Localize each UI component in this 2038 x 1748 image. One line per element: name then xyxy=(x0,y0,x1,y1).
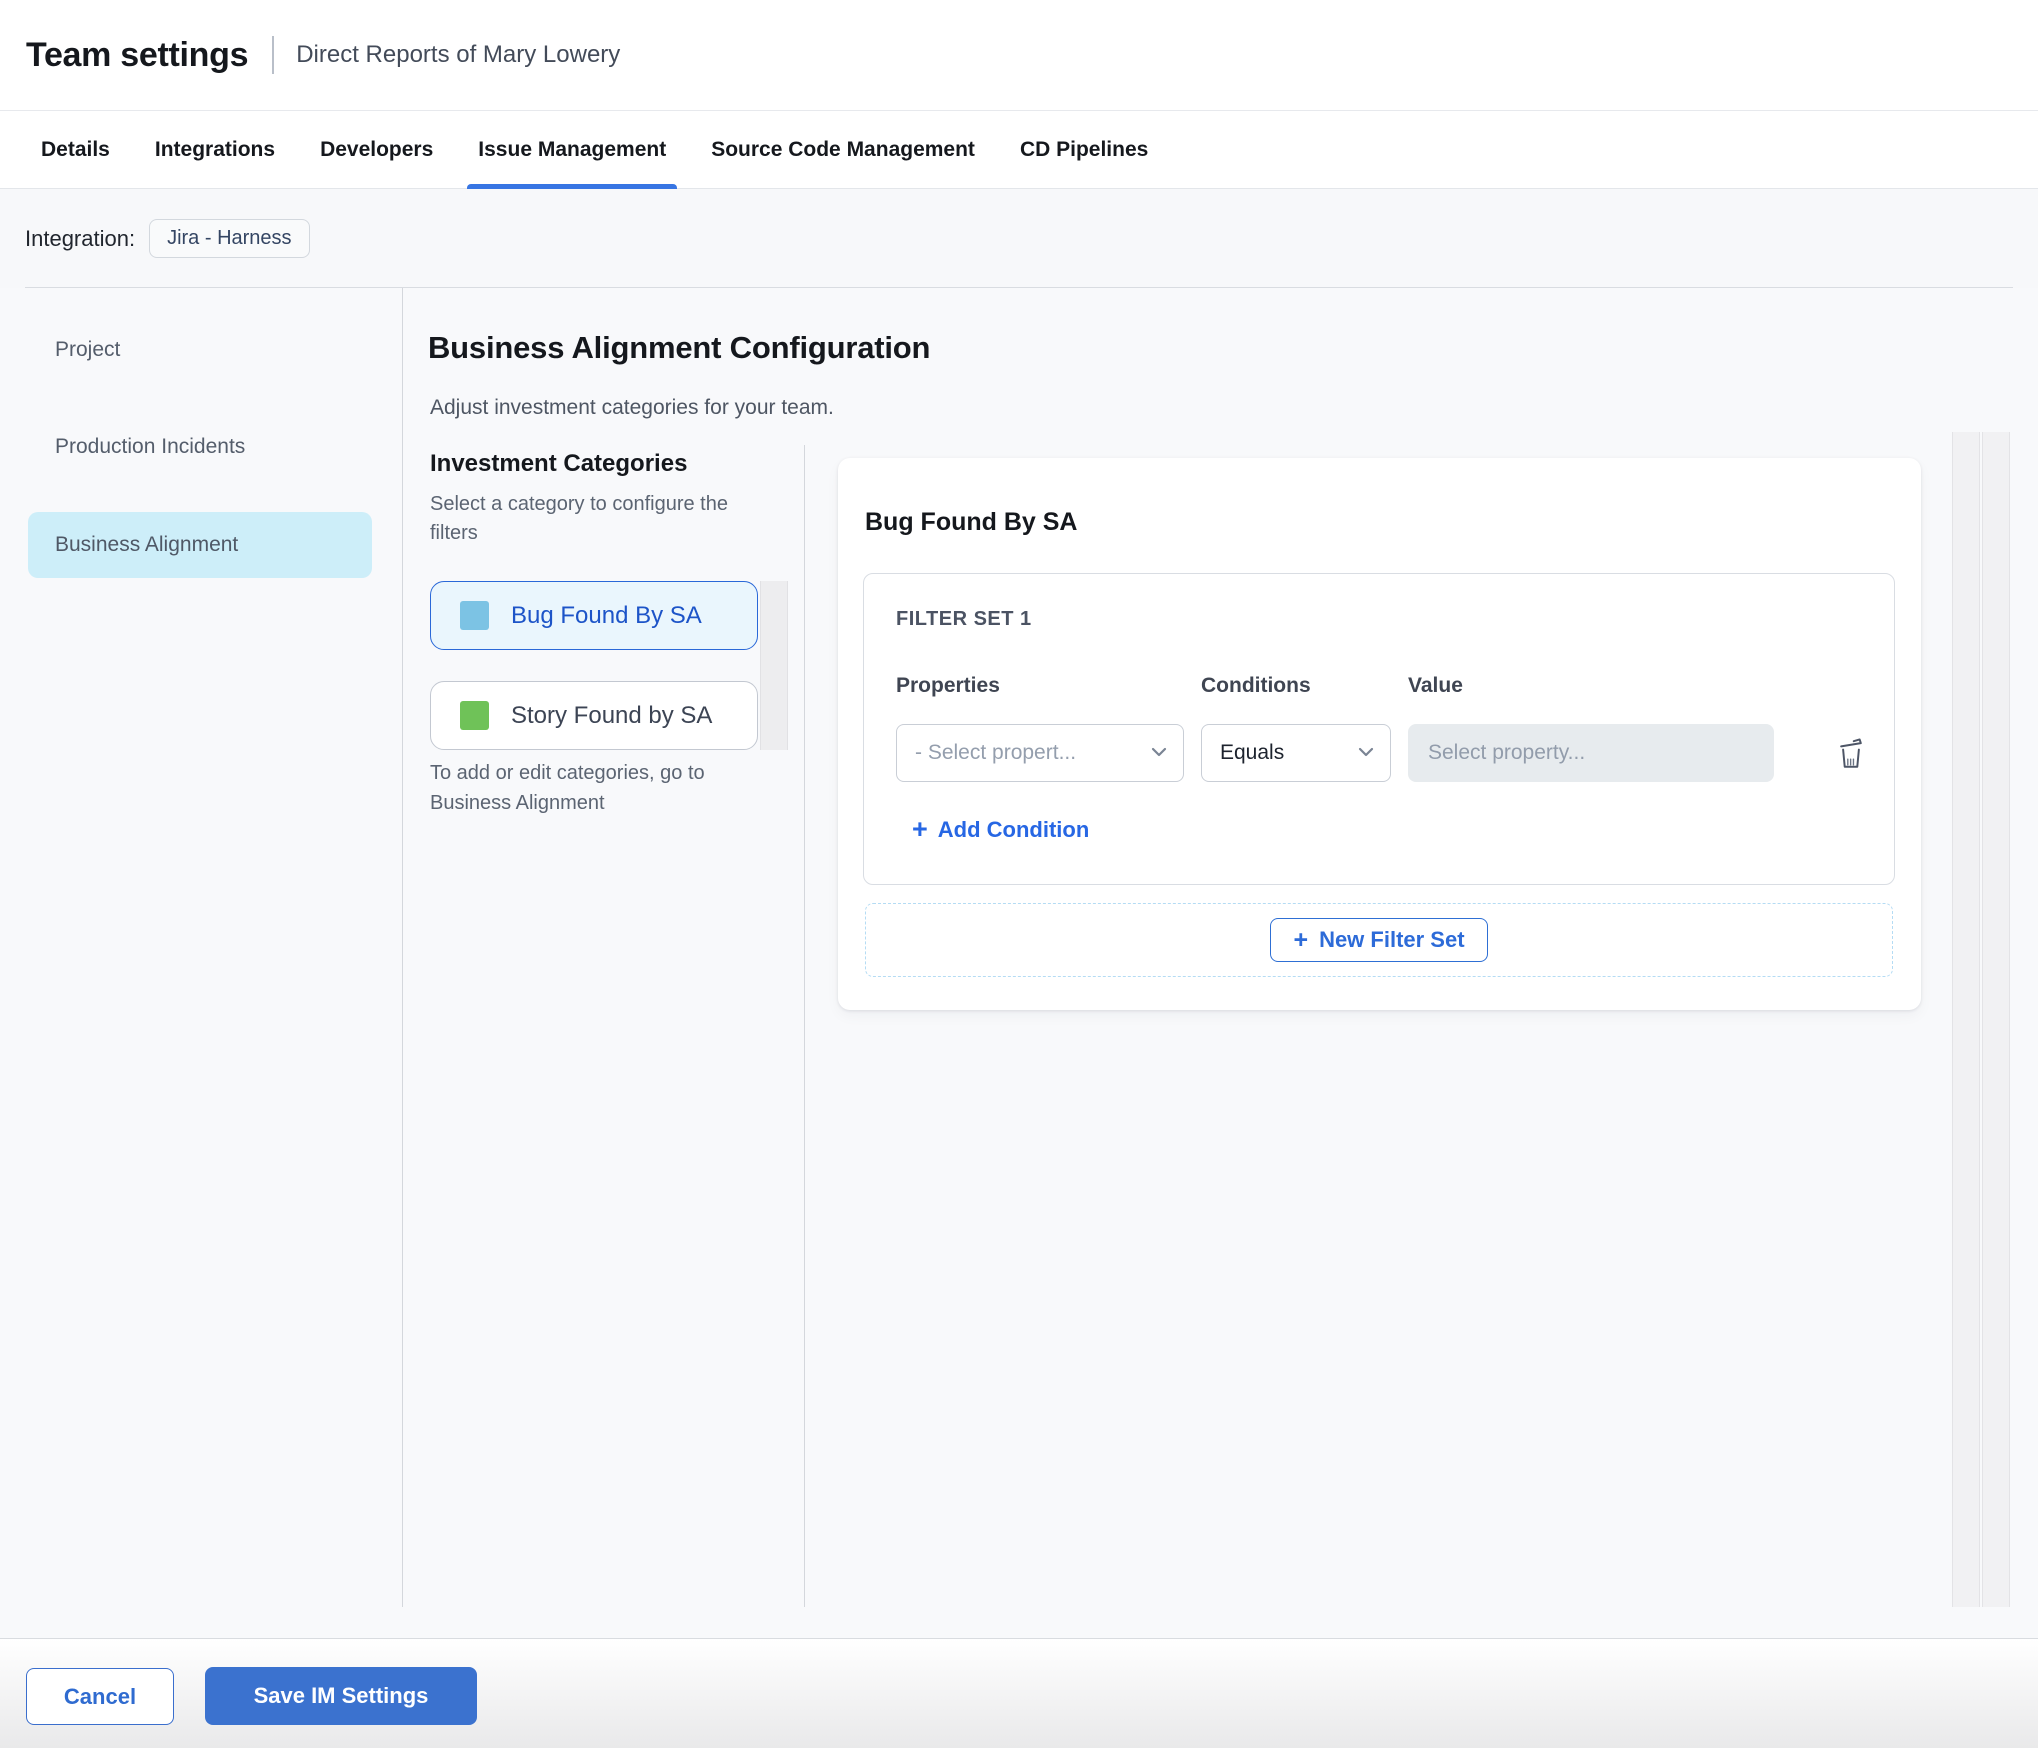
category-button-story-found-by-sa[interactable]: Story Found by SA xyxy=(430,681,758,750)
delete-condition-button[interactable] xyxy=(1829,732,1873,776)
sidebar-item-production-incidents[interactable]: Production Incidents xyxy=(55,435,245,459)
category-label: Bug Found By SA xyxy=(511,601,702,629)
panel-scrollbar-track[interactable] xyxy=(1952,432,1980,1607)
team-settings-page: Team settings Direct Reports of Mary Low… xyxy=(0,0,2038,1748)
tab-label: Details xyxy=(41,137,110,161)
integration-label: Integration: xyxy=(25,225,136,251)
cancel-button[interactable]: Cancel xyxy=(26,1668,174,1725)
tab-label: Issue Management xyxy=(478,137,667,161)
integration-chip[interactable]: Jira - Harness xyxy=(149,219,310,258)
value-input[interactable] xyxy=(1408,724,1774,782)
property-select-placeholder: - Select propert... xyxy=(915,741,1077,764)
categories-note: To add or edit categories, go to Busines… xyxy=(430,762,705,814)
category-color-swatch xyxy=(460,701,489,730)
section-heading: Business Alignment Configuration xyxy=(428,330,931,365)
panel-title: Bug Found By SA xyxy=(865,508,1078,536)
tab-label: Source Code Management xyxy=(711,137,975,161)
tab-integrations[interactable]: Integrations xyxy=(144,111,286,189)
category-label: Story Found by SA xyxy=(511,701,713,729)
page-scrollbar-track[interactable] xyxy=(1982,432,2010,1607)
category-color-swatch xyxy=(460,601,489,630)
tab-developers[interactable]: Developers xyxy=(309,111,444,189)
new-filter-set-button[interactable]: + New Filter Set xyxy=(1270,918,1488,962)
tab-label: Integrations xyxy=(154,137,276,161)
investment-categories-title: Investment Categories xyxy=(430,450,688,477)
category-list-scrollbar[interactable] xyxy=(760,581,788,750)
integration-row: Integration: Jira - Harness xyxy=(0,189,2038,288)
column-header-conditions: Conditions xyxy=(1201,674,1311,697)
category-filter-panel: Bug Found By SA FILTER SET 1 Properties … xyxy=(838,458,1921,1010)
tab-details[interactable]: Details xyxy=(30,111,121,189)
section-subheading: Adjust investment categories for your te… xyxy=(430,396,834,419)
footer-bar: Cancel Save IM Settings xyxy=(0,1639,2038,1748)
sidebar-item-business-alignment[interactable]: Business Alignment xyxy=(28,512,372,578)
trash-icon xyxy=(1836,737,1866,772)
save-im-settings-button[interactable]: Save IM Settings xyxy=(205,1667,477,1725)
tab-bar: Details Integrations Developers Issue Ma… xyxy=(0,111,2038,190)
tab-issue-management[interactable]: Issue Management xyxy=(467,111,678,190)
chevron-down-icon xyxy=(1151,744,1167,762)
property-select[interactable]: - Select propert... xyxy=(896,724,1184,782)
title-separator xyxy=(272,36,275,74)
tab-cd-pipelines[interactable]: CD Pipelines xyxy=(1009,111,1159,189)
filter-set-label: FILTER SET 1 xyxy=(896,608,1032,630)
investment-categories-subtitle: Select a category to configure the filte… xyxy=(430,493,728,544)
tab-label: CD Pipelines xyxy=(1019,137,1149,161)
column-header-properties: Properties xyxy=(896,674,1000,697)
filter-set-1: FILTER SET 1 Properties Conditions Value… xyxy=(863,573,1895,885)
condition-select-value: Equals xyxy=(1220,741,1285,764)
page-title: Team settings xyxy=(26,35,249,74)
plus-icon: + xyxy=(1293,925,1309,954)
tab-source-code-management[interactable]: Source Code Management xyxy=(700,111,986,189)
sidebar-item-project[interactable]: Project xyxy=(55,338,120,362)
plus-icon: + xyxy=(912,814,928,844)
new-filter-set-label: New Filter Set xyxy=(1319,927,1465,952)
new-filter-set-dropzone: + New Filter Set xyxy=(865,903,1893,977)
add-condition-button[interactable]: + Add Condition xyxy=(912,816,1089,843)
sidebar-divider xyxy=(402,288,403,1607)
chevron-down-icon xyxy=(1358,744,1374,762)
condition-select[interactable]: Equals xyxy=(1201,724,1391,782)
categories-divider xyxy=(804,445,805,1607)
sidebar-item-label: Business Alignment xyxy=(55,533,239,556)
column-header-value: Value xyxy=(1408,674,1463,697)
page-subtitle: Direct Reports of Mary Lowery xyxy=(296,41,621,68)
category-button-bug-found-by-sa[interactable]: Bug Found By SA xyxy=(430,581,758,650)
tab-label: Developers xyxy=(320,137,434,161)
add-condition-label: Add Condition xyxy=(937,816,1090,842)
page-header: Team settings Direct Reports of Mary Low… xyxy=(0,0,2038,111)
